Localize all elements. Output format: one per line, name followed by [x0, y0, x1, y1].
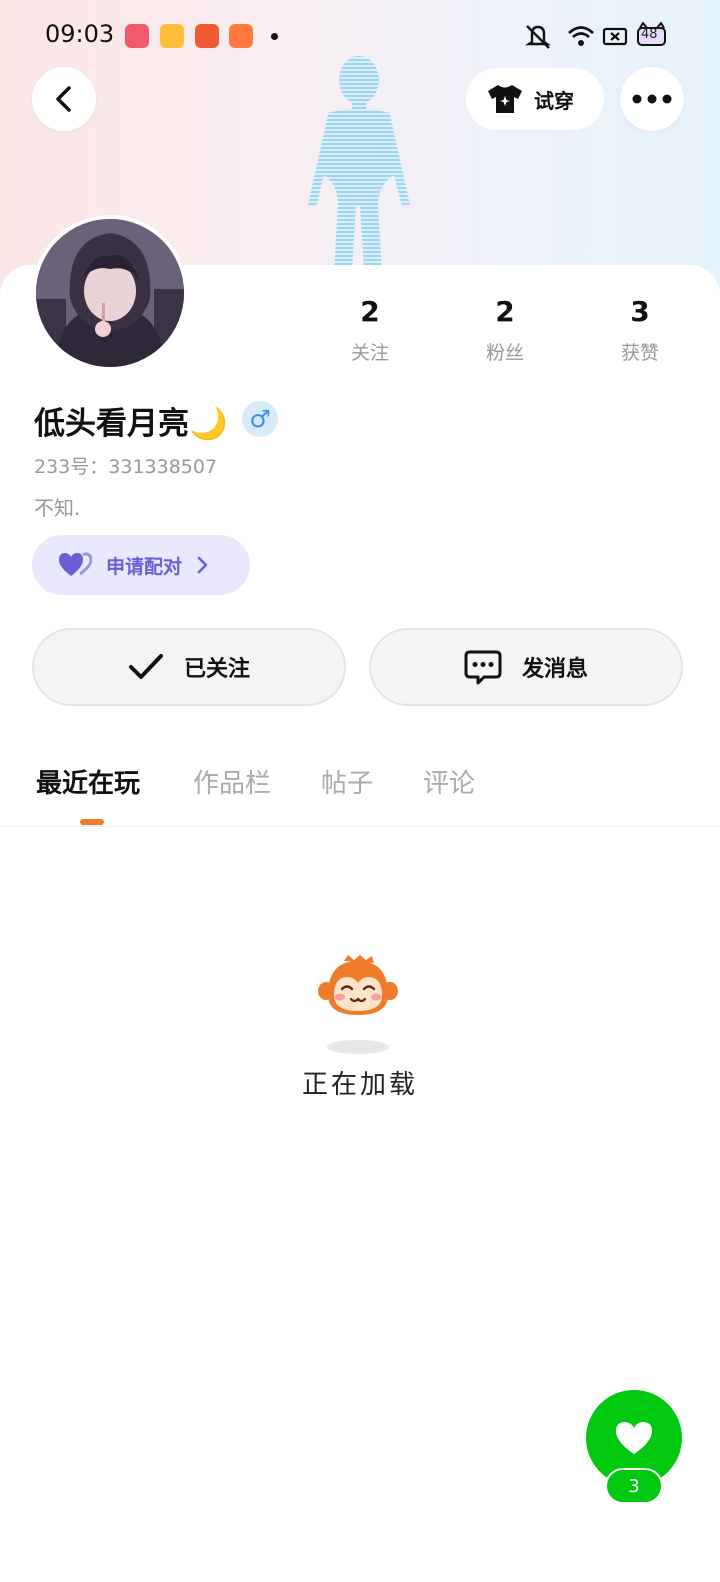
tab-comments[interactable]: 评论	[423, 763, 475, 800]
like-count-badge: 3	[605, 1468, 663, 1504]
stat-likes-label: 获赞	[620, 342, 659, 364]
avatar-image	[36, 219, 184, 367]
loading-text: 正在加载	[301, 1070, 418, 1100]
send-message-label: 发消息	[521, 657, 588, 682]
battery-level: 48	[641, 27, 658, 42]
active-tab-indicator	[80, 819, 104, 825]
notification-dot	[271, 33, 278, 40]
status-clock: 09:03	[45, 20, 115, 48]
heart-icon	[616, 1422, 652, 1454]
try-on-button[interactable]: 试穿	[466, 68, 604, 130]
stat-likes-value: 3	[630, 295, 650, 328]
mute-icon	[525, 25, 551, 49]
loading-shadow	[327, 1040, 389, 1054]
stat-followers-label: 粉丝	[485, 342, 524, 364]
followed-button[interactable]: 已关注	[32, 628, 346, 706]
stat-following-label: 关注	[350, 342, 389, 364]
tshirt-icon	[488, 85, 522, 113]
avatar[interactable]	[32, 215, 188, 371]
double-heart-icon	[59, 552, 92, 576]
status-bar: 09:03 48	[0, 0, 720, 70]
check-icon	[128, 654, 163, 679]
followed-label: 已关注	[183, 657, 250, 682]
avatar-3d-figure	[308, 56, 410, 270]
tab-recent-play[interactable]: 最近在玩	[36, 763, 140, 800]
stat-followers[interactable]: 2 粉丝	[455, 295, 555, 365]
profile-tabs: 最近在玩 作品栏 帖子 评论	[0, 755, 720, 827]
ellipsis-icon	[632, 94, 672, 104]
back-button[interactable]	[32, 67, 96, 131]
tab-posts[interactable]: 帖子	[321, 763, 373, 800]
chevron-right-icon	[197, 556, 208, 574]
chat-bubble-icon	[464, 650, 502, 685]
tab-works[interactable]: 作品栏	[193, 763, 271, 800]
stat-following-value: 2	[360, 295, 380, 328]
gender-male-icon: ♂	[242, 401, 278, 437]
stat-likes[interactable]: 3 获赞	[590, 295, 690, 365]
more-button[interactable]	[620, 67, 684, 131]
wifi-icon	[568, 26, 594, 46]
profile-nickname: 低头看月亮🌙	[34, 406, 228, 442]
pair-request-label: 申请配对	[106, 555, 183, 578]
app-icon-1	[125, 24, 149, 48]
send-message-button[interactable]: 发消息	[369, 628, 683, 706]
profile-bio: 不知.	[34, 496, 81, 520]
chevron-left-icon	[56, 86, 71, 112]
app-icon-2	[160, 24, 184, 48]
loading-mascot-icon	[318, 955, 398, 1015]
try-on-label: 试穿	[534, 88, 574, 113]
app-icon-3	[195, 24, 219, 48]
stat-followers-value: 2	[495, 295, 515, 328]
pair-request-button[interactable]: 申请配对	[32, 535, 250, 595]
stat-following[interactable]: 2 关注	[320, 295, 420, 365]
app-icon-4	[229, 24, 253, 48]
close-box-icon	[602, 27, 628, 46]
profile-uid[interactable]: 233号：331338507	[34, 452, 217, 479]
